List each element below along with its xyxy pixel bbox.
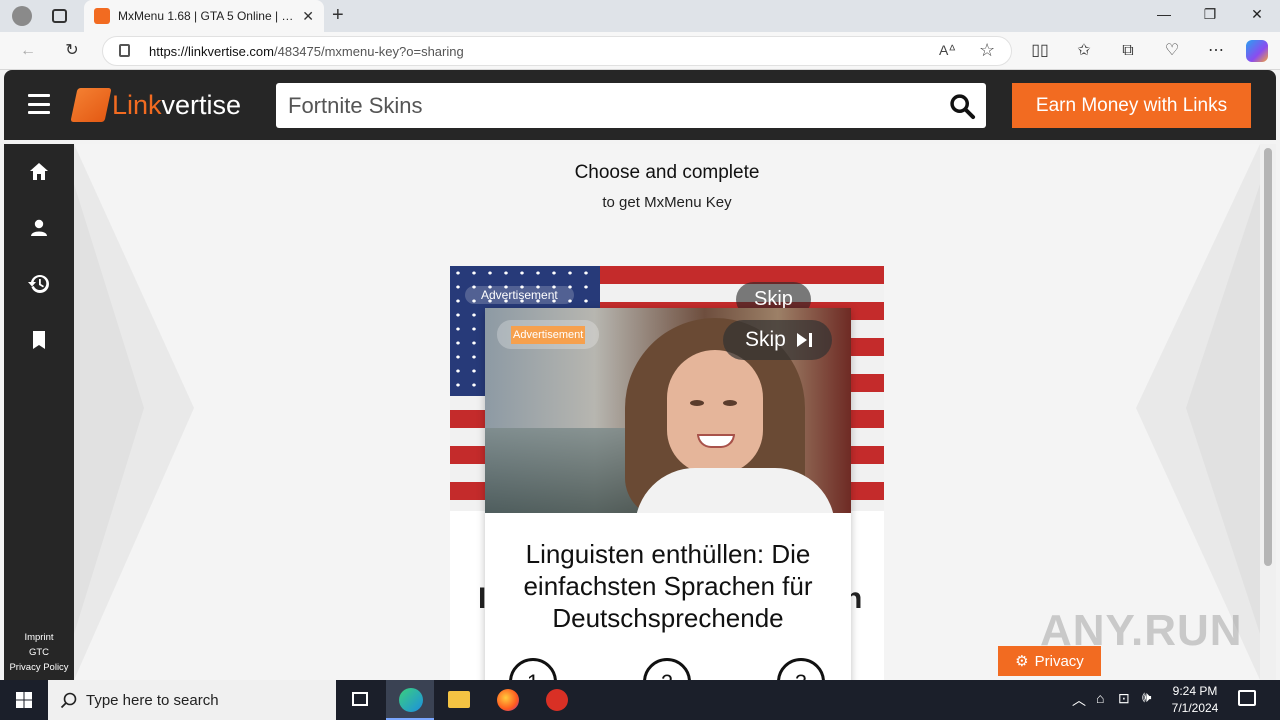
privacy-policy-link[interactable]: Privacy Policy — [4, 662, 74, 673]
windows-start-icon[interactable] — [0, 680, 48, 720]
ad-front-skip-button[interactable]: Skip — [723, 320, 832, 360]
browser-essentials-icon[interactable]: ♡ — [1162, 41, 1182, 61]
imprint-link[interactable]: Imprint — [4, 632, 74, 643]
home-icon[interactable] — [27, 160, 51, 184]
user-icon[interactable] — [27, 216, 51, 240]
clock[interactable]: 9:24 PM 7/1/2024 — [1168, 683, 1222, 717]
taskbar-search[interactable]: Type here to search — [48, 680, 336, 720]
browser-titlebar: MxMenu 1.68 | GTA 5 Online | Mo ✕ + — ❐ … — [0, 0, 1280, 32]
step-circle-2[interactable]: 2 — [643, 658, 691, 680]
taskbar-search-placeholder: Type here to search — [86, 691, 219, 709]
web-page: Link vertise Earn Money with Links Impri… — [4, 70, 1276, 680]
address-bar[interactable]: https://linkvertise.com/483475/mxmenu-ke… — [102, 36, 1012, 66]
hamburger-menu-icon[interactable] — [28, 94, 50, 114]
step-circle-3[interactable]: 3 — [777, 658, 825, 680]
collections-icon[interactable]: ⧉ — [1118, 41, 1138, 61]
history-icon[interactable] — [27, 272, 51, 296]
search-box — [276, 83, 986, 128]
url-path: /483475/mxmenu-key?o=sharing — [274, 43, 464, 59]
tab-title: MxMenu 1.68 | GTA 5 Online | Mo — [118, 9, 295, 23]
page-title: Choose and complete — [574, 162, 760, 183]
app-shortcut-icon[interactable] — [532, 680, 580, 720]
windows-taskbar: Type here to search ︿ ⌂ ⊡ 🕪 9:24 PM 7/1/… — [0, 680, 1280, 720]
foreground-ad[interactable]: Advertisement Skip Linguisten enthüllen:… — [485, 308, 851, 680]
favorite-star-icon[interactable]: ☆ — [979, 40, 995, 61]
search-input[interactable] — [276, 83, 926, 128]
gear-icon: ⚙ — [1015, 653, 1029, 670]
earn-money-button[interactable]: Earn Money with Links — [1012, 83, 1251, 128]
file-explorer-icon[interactable] — [434, 680, 482, 720]
site-header: Link vertise Earn Money with Links — [4, 70, 1276, 140]
notifications-icon[interactable] — [1238, 690, 1256, 706]
ad-back-label: Advertisement — [465, 286, 574, 304]
close-window-button[interactable]: ✕ — [1245, 6, 1269, 23]
new-tab-button[interactable]: + — [332, 4, 344, 27]
address-toolbar: ← ↻ https://linkvertise.com/483475/mxmen… — [0, 32, 1280, 70]
search-icon[interactable] — [948, 92, 976, 120]
close-tab-icon[interactable]: ✕ — [302, 8, 314, 25]
ad-front-skip-label: Skip — [745, 328, 786, 351]
tab-actions-icon[interactable] — [52, 9, 67, 23]
firefox-icon[interactable] — [484, 680, 532, 720]
refresh-icon[interactable]: ↻ — [62, 41, 82, 61]
linkvertise-logo-icon — [70, 88, 112, 122]
edge-taskbar-icon[interactable] — [386, 680, 434, 720]
profile-icon[interactable] — [12, 6, 32, 26]
logo-text-link: Link — [112, 89, 162, 120]
clock-date: 7/1/2024 — [1171, 701, 1219, 715]
ad-headline: Linguisten enthüllen: Die einfachsten Sp… — [523, 539, 813, 633]
linkvertise-favicon-icon — [94, 8, 110, 24]
read-aloud-icon[interactable]: Aᐞ — [939, 42, 956, 59]
page-subtitle: to get MxMenu Key — [602, 194, 732, 211]
browser-tab[interactable]: MxMenu 1.68 | GTA 5 Online | Mo ✕ — [84, 0, 324, 32]
scrollbar[interactable] — [1260, 144, 1276, 680]
skip-next-icon — [796, 333, 812, 347]
bookmark-icon[interactable] — [27, 328, 51, 352]
step-circle-1[interactable]: 1 — [509, 658, 557, 680]
copilot-icon[interactable] — [1246, 40, 1268, 62]
privacy-button[interactable]: ⚙ Privacy — [998, 646, 1101, 676]
show-hidden-icons-icon[interactable]: ︿ — [1072, 690, 1086, 710]
sidebar: Imprint GTC Privacy Policy — [4, 144, 74, 680]
main-content: Choose and complete to get MxMenu Key I … — [74, 144, 1260, 680]
volume-icon[interactable]: 🕪 — [1142, 689, 1151, 706]
logo-text-vertise: vertise — [161, 89, 242, 120]
gtc-link[interactable]: GTC — [4, 647, 74, 658]
minimize-button[interactable]: — — [1152, 6, 1176, 22]
ad-front-label: Advertisement — [511, 326, 586, 344]
more-options-icon[interactable]: ⋯ — [1206, 41, 1226, 61]
device-icon[interactable]: ⌂ — [1096, 690, 1104, 706]
task-view-icon[interactable] — [336, 680, 384, 720]
clock-time: 9:24 PM — [1172, 684, 1218, 698]
favorites-icon[interactable]: ✩ — [1074, 41, 1094, 61]
restore-button[interactable]: ❐ — [1198, 6, 1222, 23]
split-screen-icon[interactable]: ▯▯ — [1030, 41, 1050, 61]
ad-front-label-wrap: Advertisement — [497, 320, 600, 349]
lock-icon[interactable] — [119, 44, 130, 57]
network-icon[interactable]: ⊡ — [1118, 690, 1130, 707]
search-icon — [60, 692, 77, 709]
scrollbar-thumb[interactable] — [1264, 148, 1272, 566]
url-host: https://linkvertise.com — [149, 43, 274, 59]
privacy-label: Privacy — [1034, 652, 1084, 670]
linkvertise-logo[interactable]: Link vertise — [70, 88, 242, 122]
back-icon[interactable]: ← — [18, 41, 38, 61]
